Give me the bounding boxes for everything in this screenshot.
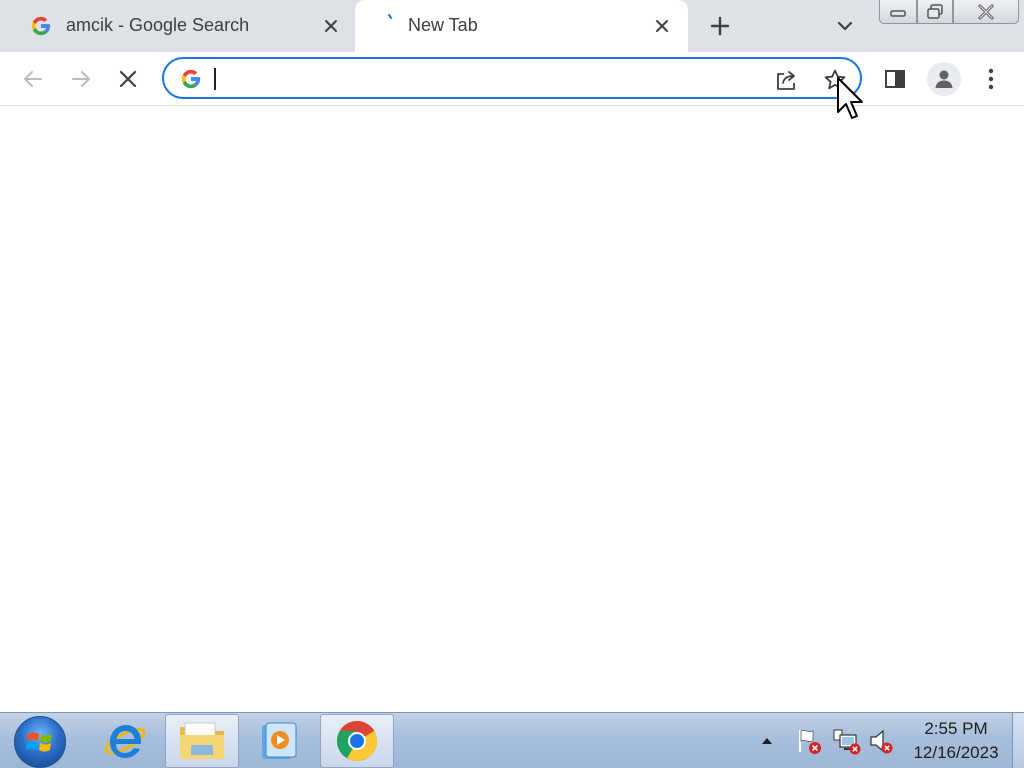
caret-up-icon	[762, 738, 772, 744]
browser-toolbar	[0, 52, 1024, 106]
media-player-icon	[262, 722, 297, 759]
tab-google-search[interactable]: amcik - Google Search	[10, 0, 355, 52]
system-clock[interactable]: 2:55 PM 12/16/2023	[905, 717, 1007, 765]
tab-new-tab[interactable]: New Tab	[355, 0, 688, 52]
forward-button[interactable]	[66, 64, 96, 94]
address-input[interactable]	[212, 67, 772, 91]
tab-title: amcik - Google Search	[66, 15, 250, 35]
network-tray[interactable]	[830, 713, 862, 768]
tab-title: New Tab	[408, 15, 478, 35]
tab-close-icon[interactable]	[320, 15, 342, 37]
loading-spinner-icon	[388, 14, 392, 19]
volume-tray[interactable]	[866, 713, 896, 768]
side-panel-icon	[885, 70, 905, 88]
screen: amcik - Google Search New Tab 2:55 PM 12…	[0, 0, 1024, 768]
address-bar[interactable]	[162, 57, 862, 99]
taskbar-chrome[interactable]	[320, 714, 394, 768]
share-icon	[777, 71, 795, 90]
show-desktop-button[interactable]	[1012, 713, 1024, 768]
action-center-flag-icon	[799, 730, 821, 754]
clock-date: 12/16/2023	[913, 743, 999, 762]
google-g-icon	[31, 16, 51, 36]
action-center-tray[interactable]	[794, 713, 824, 768]
text-caret	[214, 68, 216, 90]
volume-muted-icon	[870, 729, 893, 754]
show-hidden-icons-button[interactable]	[758, 713, 776, 768]
folder-icon	[180, 722, 224, 759]
chrome-icon	[337, 721, 377, 761]
clock-time: 2:55 PM	[924, 719, 988, 738]
google-g-icon	[181, 69, 201, 89]
ie-icon	[104, 725, 146, 758]
restore-button[interactable]	[917, 0, 953, 24]
plus-icon	[710, 16, 730, 36]
close-icon	[978, 4, 994, 19]
tab-strip: amcik - Google Search New Tab	[0, 0, 1024, 52]
taskbar-media-player[interactable]	[241, 714, 315, 768]
taskbar-internet-explorer[interactable]	[88, 714, 162, 768]
new-tab-button[interactable]	[706, 12, 734, 40]
start-button[interactable]	[14, 716, 66, 768]
arrow-right-icon	[72, 71, 90, 87]
windows-logo-icon	[26, 732, 52, 752]
share-button[interactable]	[774, 67, 800, 93]
minimize-icon	[890, 9, 906, 17]
back-button[interactable]	[18, 64, 48, 94]
chevron-down-icon	[837, 21, 853, 31]
side-panel-button[interactable]	[880, 64, 910, 94]
person-avatar-icon	[935, 70, 953, 88]
kebab-menu-icon	[988, 68, 994, 90]
profile-button[interactable]	[927, 62, 961, 96]
chrome-menu-button[interactable]	[976, 64, 1006, 94]
tab-search-button[interactable]	[833, 14, 857, 38]
close-x-icon	[119, 70, 137, 88]
page-content	[0, 107, 1024, 712]
taskbar-file-explorer[interactable]	[165, 714, 239, 768]
tab-close-icon[interactable]	[651, 15, 673, 37]
network-icon	[833, 729, 861, 755]
minimize-button[interactable]	[879, 0, 917, 24]
restore-icon	[927, 3, 943, 19]
taskbar: 2:55 PM 12/16/2023	[0, 712, 1024, 768]
arrow-left-icon	[24, 71, 42, 87]
mouse-cursor-icon	[837, 77, 863, 119]
stop-loading-button[interactable]	[113, 64, 143, 94]
window-close-button[interactable]	[953, 0, 1019, 24]
